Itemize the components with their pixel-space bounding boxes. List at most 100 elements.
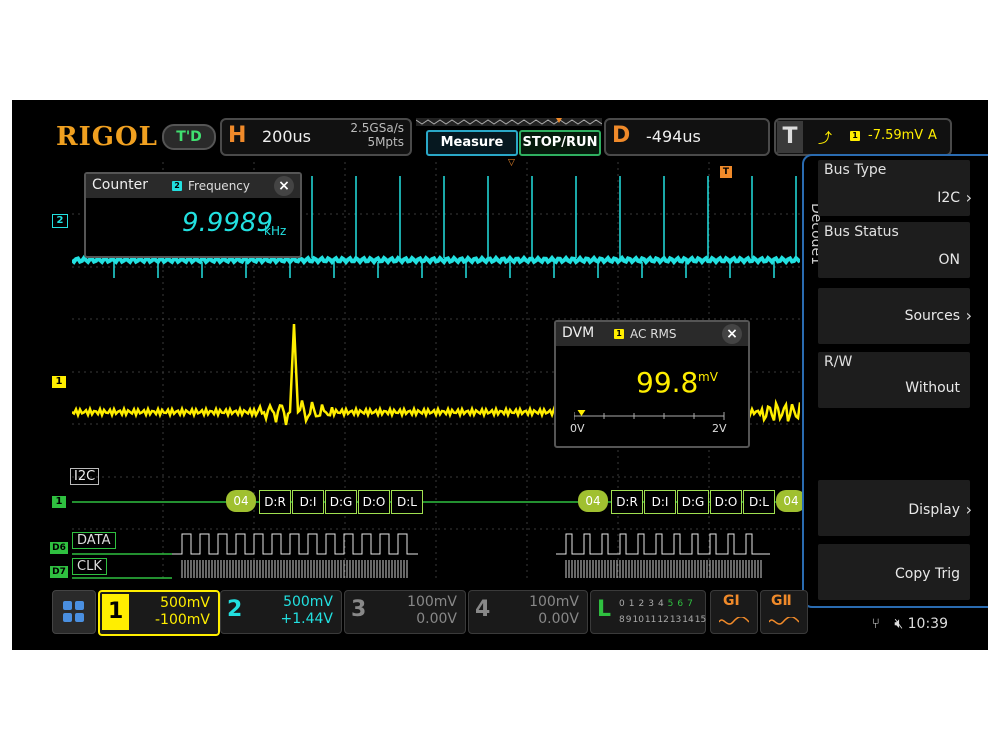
logic-bit: 10 [632, 615, 644, 625]
delay-value: -494us [646, 127, 701, 146]
counter-title: Counter [92, 177, 148, 193]
bus-data-packet: D:I [644, 490, 676, 514]
logic-row1: 01234567 [619, 599, 697, 609]
bus-data-packet: D:G [325, 490, 357, 514]
bus-marker[interactable]: 1 [52, 496, 66, 508]
menu-copy-trig[interactable]: Copy Trig [818, 544, 970, 600]
sine-wave-icon [769, 617, 799, 625]
menu-display-value: Display [908, 502, 960, 518]
logic-bit: 1 [628, 599, 635, 609]
dvm-value: 99.8 [636, 366, 699, 399]
chevron-right-icon: › [965, 500, 972, 519]
mode-button[interactable]: T'D [162, 124, 216, 150]
counter-popup[interactable]: Counter 2 Frequency × 9.9989 kHz [84, 172, 302, 258]
sample-info: 2.5GSa/s 5Mpts [350, 121, 404, 149]
bus-address-packet: 04 [578, 490, 608, 512]
counter-unit: kHz [264, 224, 287, 238]
horizontal-timebase-box[interactable]: H 200us 2.5GSa/s 5Mpts [220, 118, 412, 156]
logic-bit: 9 [625, 615, 632, 625]
dvm-header[interactable]: DVM 1 AC RMS × [556, 322, 748, 346]
timebase-value: 200us [262, 127, 312, 146]
ch2-scale: 500mV [283, 594, 333, 610]
logic-settings[interactable]: L 01234567 89101112131415 [590, 590, 706, 634]
logic-bit: 4 [657, 599, 664, 609]
menu-sources-value: Sources [904, 308, 960, 324]
d6-marker[interactable]: D6 [50, 542, 68, 554]
menu-bus-status-value: ON [938, 252, 961, 268]
chevron-right-icon: › [965, 306, 972, 325]
bus-data-packet: D:O [710, 490, 742, 514]
menu-display[interactable]: Display › [818, 480, 972, 536]
stop-run-button[interactable]: STOP/RUN [519, 130, 601, 156]
ch3-settings[interactable]: 3 100mV 0.00V [344, 590, 466, 634]
menu-bus-type-value: I2C [937, 190, 960, 206]
ch2-marker[interactable]: 2 [52, 214, 68, 228]
logic-bit: 5 [667, 599, 674, 609]
trigger-level: -7.59mV [868, 128, 924, 143]
counter-channel-chip: 2 [172, 181, 182, 191]
trigger-mode: A [928, 128, 937, 143]
ch4-settings[interactable]: 4 100mV 0.00V [468, 590, 588, 634]
logic-bit: 15 [694, 615, 707, 625]
bus-data-packet: D:R [259, 490, 291, 514]
trigger-box[interactable]: T ⤴ 1 -7.59mV A [774, 118, 952, 156]
trigger-level-marker: T [720, 166, 732, 178]
dvm-unit: mV [698, 370, 718, 384]
grid-menu-icon [63, 601, 84, 622]
mute-icon[interactable]: 🔇︎ [894, 616, 903, 632]
dvm-title: DVM [562, 325, 595, 341]
clk-label: CLK [72, 558, 107, 575]
sine-wave-icon [719, 617, 749, 625]
ch4-offset: 0.00V [538, 611, 579, 627]
ch1-scale: 500mV [160, 595, 210, 611]
status-bar: ⑂ 🔇︎ 10:39 [872, 616, 949, 632]
generator2-label: GⅡ [771, 593, 792, 609]
bus-data-packet: D:R [611, 490, 643, 514]
logic-bit: 11 [644, 615, 657, 625]
bus-label: I2C [70, 468, 100, 485]
app-menu-button[interactable] [52, 590, 96, 634]
menu-sources[interactable]: Sources › [818, 288, 972, 344]
ch4-scale: 100mV [529, 594, 579, 610]
counter-subtitle: Frequency [188, 179, 250, 193]
dvm-popup[interactable]: DVM 1 AC RMS × 99.8 mV 0V 2V [554, 320, 750, 448]
ch1-settings[interactable]: 1 500mV -100mV [98, 590, 220, 636]
menu-bus-status[interactable]: Bus Status ON [818, 222, 970, 278]
bus-address-packet: 04 [226, 490, 256, 512]
logic-row2: 89101112131415 [619, 615, 707, 625]
menu-rw-label: R/W [824, 354, 853, 370]
generator2-button[interactable]: GⅡ [760, 590, 808, 634]
measure-button[interactable]: Measure [426, 130, 518, 156]
logic-bit: 13 [669, 615, 682, 625]
menu-bus-type[interactable]: Bus Type I2C › [818, 160, 972, 216]
logic-bit: 0 [619, 599, 625, 609]
dvm-subtitle: AC RMS [630, 327, 677, 341]
d7-marker[interactable]: D7 [50, 566, 68, 578]
menu-copy-trig-value: Copy Trig [895, 566, 960, 582]
delay-letter: D [612, 123, 631, 148]
counter-close-icon[interactable]: × [274, 176, 294, 196]
delay-box[interactable]: D -494us [604, 118, 770, 156]
dvm-close-icon[interactable]: × [722, 324, 742, 344]
dvm-scale-max: 2V [712, 422, 727, 435]
counter-header[interactable]: Counter 2 Frequency × [86, 174, 300, 198]
data-label: DATA [72, 532, 116, 549]
ch3-number: 3 [351, 597, 367, 622]
generator1-label: GⅠ [723, 593, 740, 609]
logic-bit: 14 [682, 615, 694, 625]
bus-data-packet: D:I [292, 490, 324, 514]
logic-bit: 3 [648, 599, 654, 609]
ch1-marker[interactable]: 1 [52, 376, 66, 388]
ch2-settings[interactable]: 2 500mV +1.44V [220, 590, 342, 634]
ch1-offset: -100mV [155, 612, 210, 628]
trigger-channel-chip: 1 [850, 131, 860, 141]
menu-rw[interactable]: R/W Without [818, 352, 970, 408]
bus-data-packet: D:G [677, 490, 709, 514]
ch1-number: 1 [102, 594, 130, 630]
decode-side-menu: Decode1 Bus Type I2C › Bus Status ON Sou… [802, 154, 988, 608]
menu-bus-status-label: Bus Status [824, 224, 899, 240]
ch2-offset: +1.44V [280, 611, 333, 627]
dvm-channel-chip: 1 [614, 329, 624, 339]
trigger-letter: T [777, 121, 803, 153]
generator1-button[interactable]: GⅠ [710, 590, 758, 634]
